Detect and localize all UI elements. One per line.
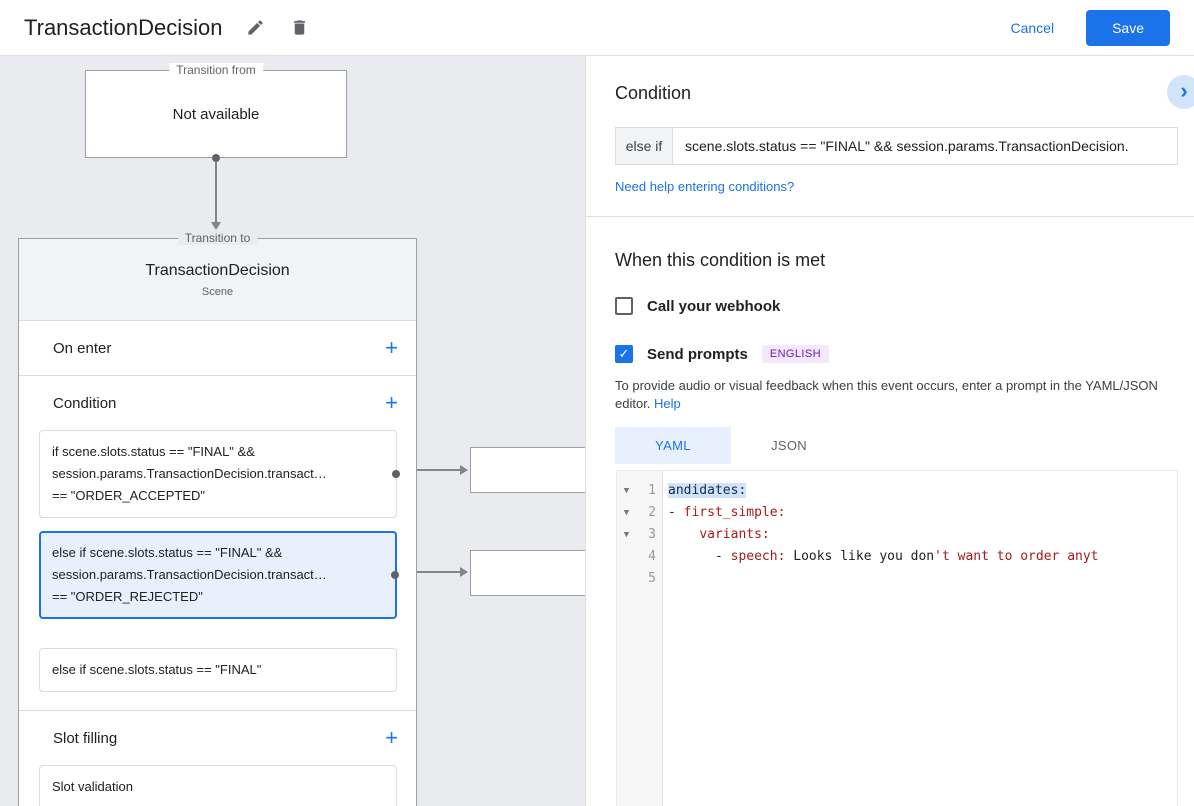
scene-node[interactable]: Transition to TransactionDecision Scene … [18, 231, 417, 806]
help-link[interactable]: Help [654, 396, 681, 411]
language-badge: ENGLISH [761, 345, 829, 363]
connector-line [215, 162, 217, 222]
code-token: speech: [730, 549, 786, 564]
tab-yaml[interactable]: YAML [615, 427, 731, 464]
add-condition-icon[interactable]: + [385, 392, 398, 414]
transition-target-node[interactable] [470, 550, 585, 596]
edit-icon[interactable] [245, 17, 267, 39]
condition-text: == "ORDER_REJECTED" [52, 589, 203, 604]
slot-filling-label: Slot filling [53, 729, 118, 747]
delete-icon[interactable] [289, 17, 311, 39]
connector-arrowhead-icon [211, 222, 221, 230]
yaml-code-editor[interactable]: ▼ 1 ▼ 2 ▼ 3 4 5 andidates: - first_simpl… [616, 470, 1178, 806]
line-number: 5 [648, 571, 656, 586]
fold-arrow-icon[interactable]: ▼ [617, 524, 636, 546]
send-prompts-row: ✓ Send prompts ENGLISH [615, 345, 829, 363]
condition-connector-dot [392, 470, 400, 478]
when-met-heading: When this condition is met [615, 250, 826, 270]
check-icon: ✓ [618, 346, 630, 361]
slot-item-text: Slot validation [52, 779, 133, 794]
code-line: - first_simple: [668, 502, 1177, 524]
condition-prefix-chip: else if [615, 127, 673, 165]
condition-help-link[interactable]: Need help entering conditions? [615, 179, 794, 194]
code-token: andidates: [668, 483, 747, 498]
condition-input-row: else if [615, 127, 1178, 165]
condition-text: session.params.TransactionDecision.trans… [52, 466, 327, 481]
divider [586, 216, 1194, 217]
condition-text: == "ORDER_ACCEPTED" [52, 488, 205, 503]
save-button[interactable]: Save [1086, 9, 1170, 46]
line-number: 4 [648, 549, 656, 564]
scene-graph-canvas: Transition from Not available Transition… [0, 56, 585, 806]
call-webhook-checkbox[interactable] [615, 297, 633, 315]
panel-condition-heading: Condition [615, 83, 692, 103]
send-prompts-label: Send prompts [647, 345, 748, 363]
collapse-panel-button[interactable]: › [1167, 75, 1194, 109]
condition-expression-input[interactable] [673, 127, 1178, 165]
condition-text: session.params.TransactionDecision.trans… [52, 567, 327, 582]
add-on-enter-icon[interactable]: + [385, 337, 398, 359]
top-bar: TransactionDecision Cancel Save [0, 0, 1194, 56]
cancel-button[interactable]: Cancel [1010, 20, 1054, 36]
webhook-row: Call your webhook [615, 297, 780, 315]
page-title: TransactionDecision [24, 14, 223, 40]
editor-code-area[interactable]: andidates: - first_simple: variants: - s… [663, 471, 1177, 806]
scene-node-subtitle: Scene [201, 285, 234, 298]
transition-to-label: Transition to [177, 231, 258, 245]
transition-from-label: Transition from [169, 63, 263, 77]
condition-item-accepted[interactable]: if scene.slots.status == "FINAL" && sess… [39, 430, 400, 518]
connector-dot [212, 154, 220, 162]
editor-tabs: YAML JSON [615, 427, 847, 464]
condition-editor-panel: › Condition else if Need help entering c… [585, 56, 1194, 806]
on-enter-label: On enter [53, 339, 112, 357]
condition-text: if scene.slots.status == "FINAL" && [52, 444, 255, 459]
code-token: Looks like you don [785, 549, 935, 564]
condition-connector-arrowhead-1-icon [460, 465, 468, 475]
editor-gutter: ▼ 1 ▼ 2 ▼ 3 4 5 [617, 471, 663, 806]
on-enter-section: On enter + [19, 321, 416, 375]
condition-connector-dot [391, 571, 399, 579]
transition-target-node[interactable] [470, 447, 585, 493]
condition-item-rejected-selected[interactable]: else if scene.slots.status == "FINAL" &&… [39, 531, 399, 619]
line-number: 3 [648, 527, 656, 542]
code-token: - [668, 505, 684, 520]
transition-from-node[interactable]: Transition from Not available [85, 63, 347, 158]
condition-label: Condition [53, 394, 117, 412]
add-slot-icon[interactable]: + [385, 727, 398, 749]
code-token: first_simple: [683, 505, 786, 520]
slot-filling-section: Slot filling + [19, 711, 416, 765]
scene-node-title: TransactionDecision [145, 261, 290, 279]
fold-arrow-icon[interactable]: ▼ [617, 502, 636, 524]
tab-json[interactable]: JSON [731, 427, 847, 464]
code-token: variants: [699, 527, 770, 542]
prompt-description-text: To provide audio or visual feedback when… [615, 378, 1158, 411]
condition-item-final[interactable]: else if scene.slots.status == "FINAL" [39, 648, 397, 692]
condition-text: else if scene.slots.status == "FINAL" [52, 662, 262, 677]
chevron-right-icon: › [1180, 78, 1188, 103]
line-number: 2 [648, 505, 656, 520]
code-line: - speech: Looks like you don't want to o… [668, 546, 1177, 568]
fold-arrow-icon[interactable]: ▼ [617, 480, 636, 502]
call-webhook-label: Call your webhook [647, 297, 781, 315]
code-token: 't want to order anyt [934, 549, 1099, 564]
transition-from-content: Not available [172, 105, 260, 123]
send-prompts-checkbox[interactable]: ✓ [615, 345, 633, 363]
code-line: variants: [668, 524, 1177, 546]
condition-section: Condition + [19, 376, 416, 430]
scene-node-header[interactable]: TransactionDecision Scene [19, 239, 416, 321]
condition-connector-arrowhead-2-icon [460, 567, 468, 577]
line-number: 1 [648, 483, 656, 498]
slot-item-validation[interactable]: Slot validation [39, 765, 397, 806]
prompt-description: To provide audio or visual feedback when… [615, 377, 1167, 413]
code-line: andidates: [668, 480, 1177, 502]
condition-text: else if scene.slots.status == "FINAL" && [52, 545, 283, 560]
code-token: - [668, 549, 731, 564]
